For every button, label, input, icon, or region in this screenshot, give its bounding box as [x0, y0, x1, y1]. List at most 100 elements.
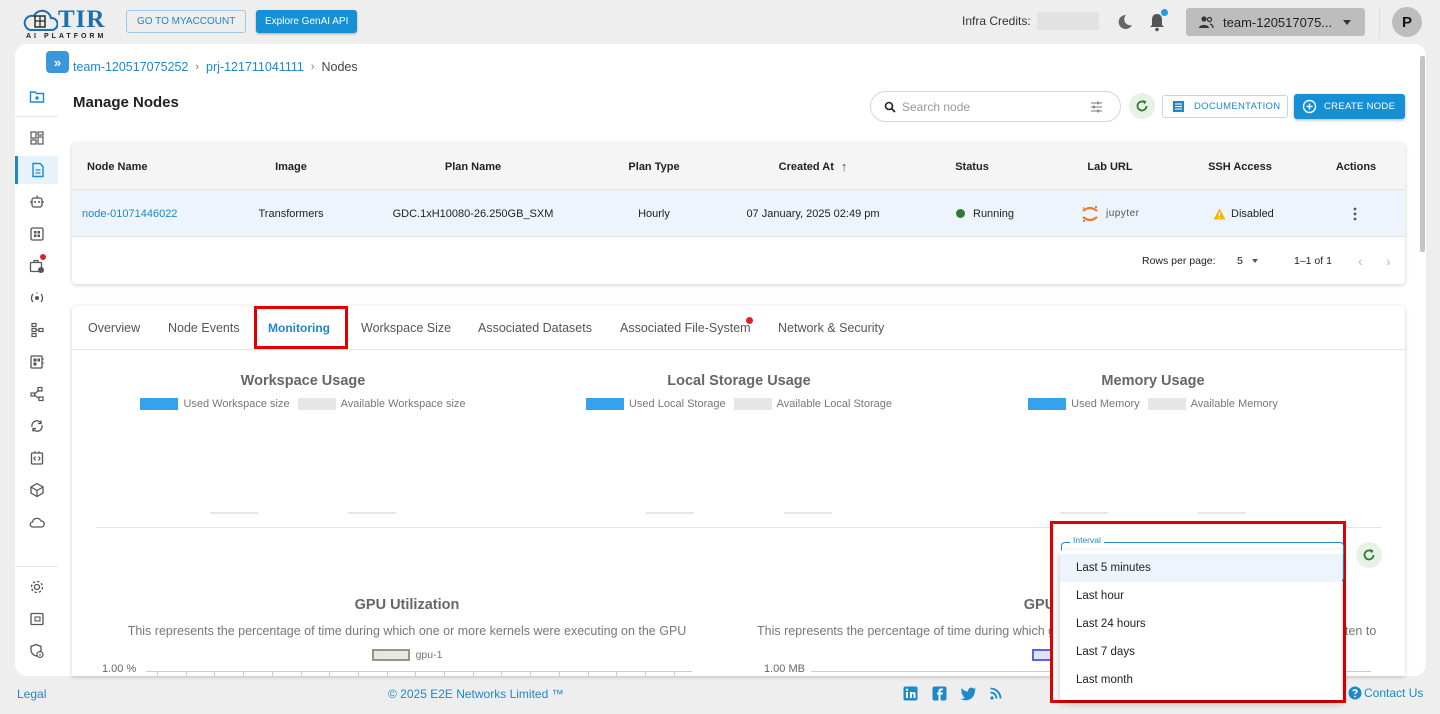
sidebar-item-jobs[interactable] — [15, 252, 58, 280]
sidebar — [15, 44, 58, 676]
briefcase-clock-icon — [29, 259, 44, 273]
column-header-plan-name: Plan Name — [444, 160, 502, 173]
legend-swatch-available[interactable] — [1147, 398, 1186, 410]
sidebar-item-registry[interactable] — [15, 348, 58, 376]
contact-us-link[interactable]: Contact Us — [1348, 686, 1423, 700]
expand-sidebar-button[interactable]: » — [46, 51, 69, 73]
sort-ascending-icon[interactable]: ↑ — [841, 159, 848, 174]
sidebar-item-workflows[interactable] — [15, 316, 58, 344]
rss-icon[interactable] — [990, 686, 1002, 701]
table-row[interactable]: node-01071446022 Transformers GDC.1xH100… — [72, 190, 1405, 237]
search-node-field[interactable] — [870, 91, 1121, 122]
go-to-myaccount-button[interactable]: GO TO MYACCOUNT — [126, 10, 247, 33]
x-axis-tick — [644, 671, 646, 676]
registry-icon — [29, 355, 44, 369]
search-node-input[interactable] — [902, 99, 1082, 114]
filter-tune-icon[interactable] — [1090, 101, 1103, 113]
tir-logo[interactable]: TIR AI PLATFORM — [22, 6, 108, 40]
legend-swatch-available[interactable] — [733, 398, 772, 410]
node-image: Transformers — [258, 207, 324, 220]
facebook-icon[interactable] — [932, 686, 947, 701]
twitter-icon[interactable] — [960, 686, 977, 701]
x-axis-tick — [616, 671, 618, 676]
legend-swatch-gpu-1[interactable] — [371, 649, 410, 661]
previous-page-button[interactable]: ‹ — [1358, 237, 1363, 284]
workspace-usage-gauge: Workspace Usage Used Workspace size Avai… — [103, 366, 503, 516]
tab-workspace-size[interactable]: Workspace Size — [361, 306, 451, 350]
refresh-metrics-button[interactable] — [1356, 542, 1382, 568]
tab-associated-datasets[interactable]: Associated Datasets — [478, 306, 592, 350]
dark-mode-icon[interactable] — [1116, 13, 1134, 31]
sidebar-item-dashboard[interactable] — [15, 124, 58, 152]
tab-node-events[interactable]: Node Events — [168, 306, 240, 350]
breadcrumb-project[interactable]: prj-121711041111 — [206, 60, 304, 74]
ssh-access: Disabled — [1213, 190, 1274, 237]
chart-legend: gpu-1 — [102, 649, 712, 661]
sidebar-item-integrations[interactable] — [15, 380, 58, 408]
interval-dropdown-highlight: Interval Last 5 minutes Last hour Last 2… — [1050, 521, 1346, 703]
sidebar-item-billing[interactable] — [15, 605, 58, 633]
divider — [1379, 6, 1380, 38]
next-page-button[interactable]: › — [1386, 237, 1391, 284]
sidebar-item-settings[interactable] — [15, 573, 58, 601]
workspace-gauge-chart — [210, 512, 396, 514]
tab-overview[interactable]: Overview — [88, 306, 140, 350]
rows-per-page-select[interactable]: 5 — [1237, 237, 1258, 284]
gauge-available-segment[interactable] — [210, 512, 396, 514]
legend-swatch-available[interactable] — [297, 398, 336, 410]
memory-usage-gauge: Memory Usage Used Memory Available Memor… — [953, 366, 1353, 516]
column-header-ssh-access: SSH Access — [1208, 160, 1272, 173]
node-name-link[interactable]: node-01071446022 — [82, 190, 177, 237]
legend-label-available: Available Workspace size — [340, 398, 466, 410]
jupyter-logo-icon — [1082, 205, 1098, 222]
x-axis-tick — [214, 671, 216, 676]
table-header: Node Name Image Plan Name Plan Type Crea… — [72, 143, 1405, 190]
user-avatar[interactable]: P — [1392, 7, 1422, 37]
legal-link[interactable]: Legal — [17, 687, 46, 701]
pipeline-rotate-icon — [30, 292, 43, 303]
sidebar-item-sync[interactable] — [15, 412, 58, 440]
gauge-available-segment[interactable] — [646, 512, 832, 514]
column-header-plan-type: Plan Type — [628, 160, 680, 173]
gauge-available-segment[interactable] — [1060, 512, 1246, 514]
tab-network-security[interactable]: Network & Security — [778, 306, 884, 350]
sidebar-item-apps[interactable] — [15, 220, 58, 248]
sidebar-item-security[interactable] — [15, 637, 58, 665]
page-scrollbar[interactable] — [1420, 56, 1425, 252]
legend-swatch-used[interactable] — [585, 398, 624, 410]
linkedin-icon[interactable] — [903, 686, 918, 701]
interval-option-last-7-days[interactable]: Last 7 days — [1060, 638, 1342, 666]
sidebar-item-nodes[interactable] — [15, 156, 58, 184]
sidebar-item-code[interactable] — [15, 444, 58, 472]
sidebar-item-agents[interactable] — [15, 188, 58, 216]
legend-label-gpu-1: gpu-1 — [415, 649, 443, 661]
interval-option-last-24-hours[interactable]: Last 24 hours — [1060, 610, 1342, 638]
legend-swatch-used[interactable] — [140, 398, 179, 410]
sidebar-item-cloud[interactable] — [15, 508, 58, 536]
nodes-table: Node Name Image Plan Name Plan Type Crea… — [72, 143, 1405, 284]
breadcrumb-current: Nodes — [321, 60, 358, 74]
refresh-nodes-button[interactable] — [1129, 93, 1155, 119]
sidebar-item-new-project[interactable] — [15, 83, 58, 111]
infra-credits-value-redacted — [1037, 12, 1099, 30]
team-selector[interactable]: team-120517075... — [1186, 8, 1365, 36]
explore-genai-api-button[interactable]: Explore GenAI API — [256, 10, 358, 33]
documentation-button[interactable]: DOCUMENTATION — [1162, 95, 1288, 118]
interval-option-last-hour[interactable]: Last hour — [1060, 582, 1342, 610]
node-status-label: Running — [973, 207, 1014, 220]
breadcrumb-team[interactable]: team-120517075252 — [73, 60, 188, 74]
create-node-button[interactable]: CREATE NODE — [1294, 94, 1405, 119]
tab-associated-file-system[interactable]: Associated File-System — [620, 306, 751, 350]
column-header-created-at[interactable]: Created At ↑ — [738, 143, 888, 190]
legend-swatch-used[interactable] — [1028, 398, 1067, 410]
jupyter-lab-link[interactable]: jupyter — [1080, 190, 1140, 237]
row-actions-menu-button[interactable] — [1353, 190, 1357, 237]
sidebar-item-models[interactable] — [15, 476, 58, 504]
interval-option-last-5-minutes[interactable]: Last 5 minutes — [1060, 554, 1342, 582]
sidebar-item-pipelines[interactable] — [15, 284, 58, 312]
node-plan-type: Hourly — [638, 207, 670, 220]
column-header-image: Image — [275, 160, 307, 173]
x-axis-tick — [673, 671, 675, 676]
hierarchy-icon — [30, 322, 44, 338]
refresh-icon — [1363, 549, 1375, 561]
